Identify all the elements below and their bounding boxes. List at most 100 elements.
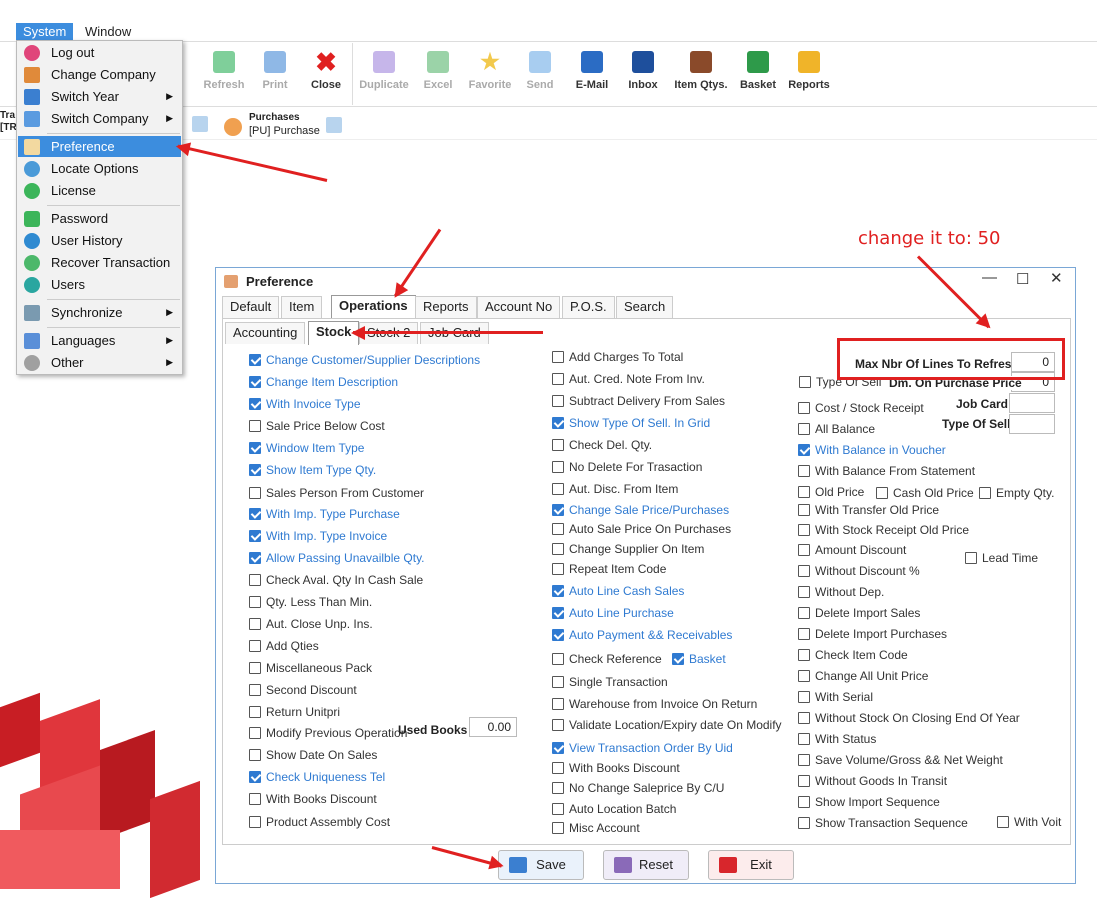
tab-reports[interactable]: Reports (415, 296, 477, 318)
window-item-type-checkbox[interactable]: Window Item Type (249, 439, 364, 457)
with-balance-from-statement-checkbox[interactable]: With Balance From Statement (798, 462, 975, 480)
change-sale-price-purchases-checkbox[interactable]: Change Sale Price/Purchases (552, 501, 729, 519)
basket-checkbox[interactable]: Basket (672, 650, 726, 668)
job-card-input[interactable] (1009, 393, 1055, 413)
menu-item-locate-options[interactable]: Locate Options (18, 158, 181, 179)
menu-item-languages[interactable]: Languages ▶ (18, 330, 181, 351)
with-transfer-old-price-checkbox[interactable]: With Transfer Old Price (798, 501, 939, 519)
menu-item-license[interactable]: License (18, 180, 181, 201)
menu-system[interactable]: System (16, 23, 74, 40)
change-all-unit-price-checkbox[interactable]: Change All Unit Price (798, 667, 928, 685)
exit-button[interactable]: Exit (708, 850, 794, 880)
with-stock-receipt-old-price-checkbox[interactable]: With Stock Receipt Old Price (798, 521, 969, 539)
tab-item[interactable]: Item (281, 296, 323, 318)
second-discount-checkbox[interactable]: Second Discount (249, 681, 357, 699)
delete-import-sales-checkbox[interactable]: Delete Import Sales (798, 604, 920, 622)
menu-item-log-out[interactable]: Log out (18, 42, 181, 63)
menu-item-users[interactable]: Users (18, 274, 181, 295)
change-customer-supplier-descriptions-checkbox[interactable]: Change Customer/Supplier Descriptions (249, 351, 480, 369)
save-button[interactable]: Save (498, 850, 584, 880)
close-window-button[interactable]: ✕ (1050, 269, 1063, 287)
reset-button[interactable]: Reset (603, 850, 689, 880)
product-assembly-cost-checkbox[interactable]: Product Assembly Cost (249, 813, 390, 831)
menu-item-switch-year[interactable]: Switch Year ▶ (18, 86, 181, 107)
check-item-code-checkbox[interactable]: Check Item Code (798, 646, 908, 664)
amount-discount-checkbox[interactable]: Amount Discount (798, 541, 906, 559)
aut-cred-note-from-inv-checkbox[interactable]: Aut. Cred. Note From Inv. (552, 370, 705, 388)
validate-location-expiry-date-on-modify-checkbox[interactable]: Validate Location/Expiry date On Modify (552, 716, 782, 734)
return-unitpri-checkbox[interactable]: Return Unitpri (249, 703, 340, 721)
menu-item-password[interactable]: Password (18, 208, 181, 229)
menu-item-other[interactable]: Other ▶ (18, 352, 181, 373)
with-serial-checkbox[interactable]: With Serial (798, 688, 873, 706)
view-transaction-order-by-uid-checkbox[interactable]: View Transaction Order By Uid (552, 739, 733, 757)
with-books-discount-checkbox[interactable]: With Books Discount (249, 790, 377, 808)
no-change-saleprice-by-c-u-checkbox[interactable]: No Change Saleprice By C/U (552, 779, 724, 797)
close-button[interactable]: ✖ Close (296, 49, 356, 91)
with-voit-checkbox[interactable]: With Voit (997, 813, 1061, 831)
allow-passing-unavailble-qty-checkbox[interactable]: Allow Passing Unavailble Qty. (249, 549, 425, 567)
repeat-item-code-checkbox[interactable]: Repeat Item Code (552, 560, 666, 578)
without-discount-checkbox[interactable]: Without Discount % (798, 562, 920, 580)
menu-window[interactable]: Window (78, 23, 138, 40)
show-transaction-sequence-checkbox[interactable]: Show Transaction Sequence (798, 814, 968, 832)
auto-line-cash-sales-checkbox[interactable]: Auto Line Cash Sales (552, 582, 684, 600)
tab-search[interactable]: Search (616, 296, 674, 318)
auto-line-purchase-checkbox[interactable]: Auto Line Purchase (552, 604, 674, 622)
with-invoice-type-checkbox[interactable]: With Invoice Type (249, 395, 361, 413)
reports-button[interactable]: Reports (779, 51, 839, 91)
send-button[interactable]: Send (510, 51, 570, 91)
duplicate-button[interactable]: Duplicate (354, 51, 414, 91)
aut-disc-from-item-checkbox[interactable]: Aut. Disc. From Item (552, 480, 678, 498)
without-goods-in-transit-checkbox[interactable]: Without Goods In Transit (798, 772, 947, 790)
miscellaneous-pack-checkbox[interactable]: Miscellaneous Pack (249, 659, 372, 677)
single-transaction-checkbox[interactable]: Single Transaction (552, 673, 668, 691)
show-import-sequence-checkbox[interactable]: Show Import Sequence (798, 793, 940, 811)
shortcut-partial[interactable]: Tra [TR (0, 110, 17, 134)
show-date-on-sales-checkbox[interactable]: Show Date On Sales (249, 746, 377, 764)
show-item-type-qty-checkbox[interactable]: Show Item Type Qty. (249, 461, 376, 479)
add-qties-checkbox[interactable]: Add Qties (249, 637, 319, 655)
with-imp-type-purchase-checkbox[interactable]: With Imp. Type Purchase (249, 505, 400, 523)
with-balance-in-voucher-checkbox[interactable]: With Balance in Voucher (798, 441, 946, 459)
minimize-button[interactable]: — (982, 269, 997, 286)
qty-less-than-min-checkbox[interactable]: Qty. Less Than Min. (249, 593, 372, 611)
used-books-input[interactable]: 0.00 (469, 717, 517, 737)
auto-payment-receivables-checkbox[interactable]: Auto Payment && Receivables (552, 626, 732, 644)
save-volume-gross-net-weight-checkbox[interactable]: Save Volume/Gross && Net Weight (798, 751, 1003, 769)
sale-price-below-cost-checkbox[interactable]: Sale Price Below Cost (249, 417, 385, 435)
show-type-of-sell-in-grid-checkbox[interactable]: Show Type Of Sell. In Grid (552, 414, 710, 432)
excel-button[interactable]: Excel (408, 51, 468, 91)
all-balance-checkbox[interactable]: All Balance (798, 420, 875, 438)
sales-person-from-customer-checkbox[interactable]: Sales Person From Customer (249, 484, 424, 502)
menu-item-switch-company[interactable]: Switch Company ▶ (18, 108, 181, 129)
check-uniqueness-tel-checkbox[interactable]: Check Uniqueness Tel (249, 768, 385, 786)
menu-item-preference[interactable]: Preference (18, 136, 181, 157)
menu-item-change-company[interactable]: Change Company (18, 64, 181, 85)
without-dep-checkbox[interactable]: Without Dep. (798, 583, 884, 601)
menu-item-recover-transaction[interactable]: Recover Transaction (18, 252, 181, 273)
without-stock-on-closing-end-of-year-checkbox[interactable]: Without Stock On Closing End Of Year (798, 709, 1020, 727)
old-price-checkbox[interactable]: Old Price (798, 483, 864, 501)
check-reference-checkbox[interactable]: Check Reference (552, 650, 662, 668)
menu-item-synchronize[interactable]: Synchronize ▶ (18, 302, 181, 323)
aut-close-unp-ins-checkbox[interactable]: Aut. Close Unp. Ins. (249, 615, 373, 633)
tab-accounting[interactable]: Accounting (225, 322, 306, 344)
menu-item-user-history[interactable]: User History (18, 230, 181, 251)
cost-stock-receipt-checkbox[interactable]: Cost / Stock Receipt (798, 399, 924, 417)
tab-account-no[interactable]: Account No (477, 296, 561, 318)
check-aval-qty-in-cash-sale-checkbox[interactable]: Check Aval. Qty In Cash Sale (249, 571, 423, 589)
subtract-delivery-from-sales-checkbox[interactable]: Subtract Delivery From Sales (552, 392, 725, 410)
add-charges-to-total-checkbox[interactable]: Add Charges To Total (552, 348, 683, 366)
auto-sale-price-on-purchases-checkbox[interactable]: Auto Sale Price On Purchases (552, 520, 731, 538)
purchases-shortcut[interactable]: Purchases [PU] Purchase (222, 112, 362, 138)
modify-previous-operation-checkbox[interactable]: Modify Previous Operation (249, 724, 407, 742)
warehouse-from-invoice-on-return-checkbox[interactable]: Warehouse from Invoice On Return (552, 695, 757, 713)
lead-time-checkbox[interactable]: Lead Time (965, 549, 1038, 567)
tab-operations[interactable]: Operations (331, 295, 416, 319)
empty-qty-checkbox[interactable]: Empty Qty. (979, 484, 1054, 502)
no-delete-for-trasaction-checkbox[interactable]: No Delete For Trasaction (552, 458, 702, 476)
tab-pos[interactable]: P.O.S. (562, 296, 615, 318)
auto-location-batch-checkbox[interactable]: Auto Location Batch (552, 800, 676, 818)
cash-old-price-checkbox[interactable]: Cash Old Price (876, 484, 974, 502)
